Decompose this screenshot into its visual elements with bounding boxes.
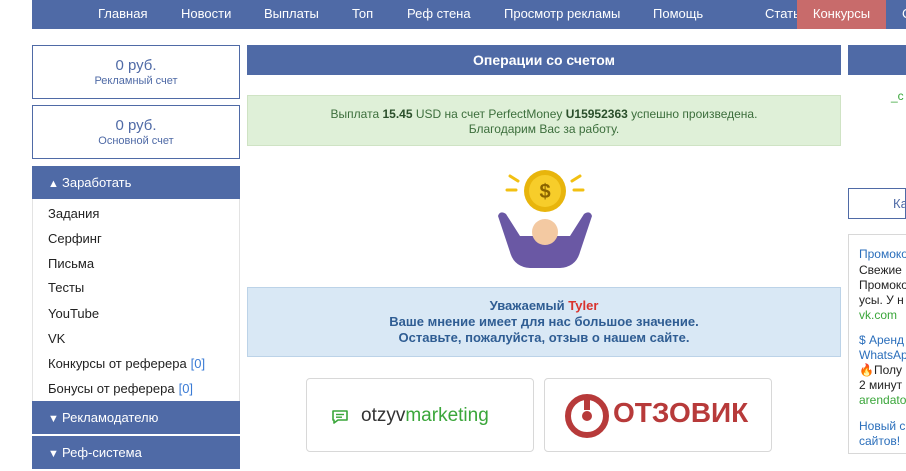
main-account-box: 0 руб. Основной счет — [32, 105, 240, 159]
success-alert: Выплата 15.45 USD на счет PerfectMoney U… — [247, 95, 841, 146]
nav-ref-wall[interactable]: Реф стена — [407, 0, 471, 29]
sidebar-item-tests[interactable]: Тесты — [48, 280, 84, 295]
feedback-request: Уважаемый Tyler Ваше мнение имеет для на… — [247, 287, 841, 357]
count-badge: [0] — [178, 381, 194, 396]
advertising-balance: 0 руб. — [115, 57, 157, 74]
advertising-balance-label: Рекламный счет — [94, 75, 178, 87]
page-title: Операции со счетом — [247, 45, 841, 75]
main-balance-label: Основной счет — [98, 135, 174, 147]
ad-link[interactable]: arendato — [859, 393, 906, 407]
greeting-text: Уважаемый — [489, 298, 569, 313]
ad-text[interactable]: Новый с — [859, 419, 905, 433]
ad-text[interactable]: $ Аренд — [859, 333, 904, 347]
user-name: Tyler — [568, 298, 599, 313]
sidebar-item-tasks[interactable]: Задания — [48, 206, 99, 221]
otzyvmarketing-logo: otzyvmarketing — [361, 405, 489, 427]
nav-view-ads[interactable]: Просмотр рекламы — [504, 0, 620, 29]
chevron-up-icon: ▲ — [48, 178, 59, 190]
feedback-greeting: Уважаемый Tyler — [248, 298, 840, 314]
nav-more[interactable]: С — [902, 0, 906, 29]
nav-help[interactable]: Помощь — [653, 0, 703, 29]
ad-text: усы. У н — [859, 293, 904, 307]
chat-icon — [332, 410, 348, 424]
money-illustration-icon: $ — [498, 170, 592, 268]
sidebar-item-label: VK — [48, 331, 66, 346]
sidebar-earn-title: Заработать — [62, 175, 132, 190]
nav-contests[interactable]: Конкурсы — [797, 0, 886, 29]
sidebar-item-label: Тесты — [48, 280, 85, 295]
ad-text: 2 минут — [859, 378, 903, 392]
ad-text: 🔥Полу — [859, 363, 902, 377]
sidebar-earn-list: Задания Серфинг Письма Тесты YouTube VK … — [32, 199, 240, 401]
success-text: USD на счет PerfectMoney — [412, 107, 566, 121]
logo-text: marketing — [405, 405, 489, 426]
ad-text: Свежие — [859, 263, 902, 277]
payout-amount: 15.45 — [382, 107, 413, 121]
otzovik-logo-icon — [565, 394, 609, 438]
success-line-1: Выплата 15.45 USD на счет PerfectMoney U… — [248, 107, 840, 122]
advertising-account-box: 0 руб. Рекламный счет — [32, 45, 240, 99]
sidebar-item-referrer-contests[interactable]: Конкурсы от реферера [0] — [48, 356, 205, 371]
right-panel-link[interactable]: _с — [891, 89, 904, 103]
sidebar-item-label: Серфинг — [48, 231, 102, 246]
main-balance: 0 руб. — [115, 117, 157, 134]
sidebar-item-surfing[interactable]: Серфинг — [48, 231, 102, 246]
payout-account: U15952363 — [565, 107, 628, 121]
otzyvmarketing-button[interactable]: otzyvmarketing — [306, 378, 534, 452]
sidebar-item-label: Задания — [48, 206, 100, 221]
otzovik-button[interactable]: ОТЗОВИК — [544, 378, 772, 452]
nav-news[interactable]: Новости — [181, 0, 231, 29]
ad-text[interactable]: WhatsAp — [859, 348, 906, 362]
chevron-down-icon: ▼ — [48, 448, 59, 460]
success-text: Выплата — [330, 107, 383, 121]
right-panel-header — [848, 45, 906, 75]
sidebar-item-label: Письма — [48, 256, 95, 271]
count-badge: [0] — [190, 356, 206, 371]
nav-payouts[interactable]: Выплаты — [264, 0, 319, 29]
sidebar-item-label: Бонусы от реферера — [48, 381, 175, 396]
nav-home[interactable]: Главная — [98, 0, 147, 29]
svg-text:$: $ — [539, 181, 550, 203]
sidebar-advertiser-header[interactable]: ▼ Рекламодателю — [32, 401, 240, 434]
sidebar-item-label: YouTube — [48, 306, 100, 321]
ad-text[interactable]: Промоко — [859, 247, 906, 261]
logo-text: otzyv — [361, 405, 406, 426]
ad-text[interactable]: сайтов! — [859, 434, 900, 448]
nav-top[interactable]: Топ — [352, 0, 373, 29]
right-panel-button[interactable]: Ка — [848, 188, 906, 219]
sidebar-item-youtube[interactable]: YouTube — [48, 306, 99, 321]
success-line-2: Благодарим Вас за работу. — [468, 122, 620, 136]
ad-text: Промоко — [859, 278, 906, 292]
sidebar-item-referrer-bonuses[interactable]: Бонусы от реферера [0] — [48, 381, 193, 396]
chevron-down-icon: ▼ — [48, 413, 59, 425]
sidebar-item-letters[interactable]: Письма — [48, 256, 94, 271]
sidebar-advertiser-title: Рекламодателю — [62, 410, 159, 425]
sidebar-ref-header[interactable]: ▼ Реф-система — [32, 436, 240, 469]
sidebar-ref-title: Реф-система — [62, 445, 142, 460]
sidebar-earn-header[interactable]: ▲ Заработать — [32, 166, 240, 199]
sidebar-item-vk[interactable]: VK — [48, 331, 65, 346]
success-text: успешно произведена. — [627, 107, 758, 121]
top-navigation: Главная Новости Выплаты Топ Реф стена Пр… — [32, 0, 906, 29]
sidebar-item-label: Конкурсы от реферера — [48, 356, 187, 371]
ad-link[interactable]: vk.com — [859, 308, 897, 322]
ad-block: Промоко Свежие Промоко усы. У н vk.com $… — [848, 234, 906, 454]
feedback-line-2: Ваше мнение имеет для нас большое значен… — [389, 314, 699, 329]
feedback-line-3: Оставьте, пожалуйста, отзыв о нашем сайт… — [398, 330, 690, 345]
otzovik-logo: ОТЗОВИК — [613, 397, 749, 428]
